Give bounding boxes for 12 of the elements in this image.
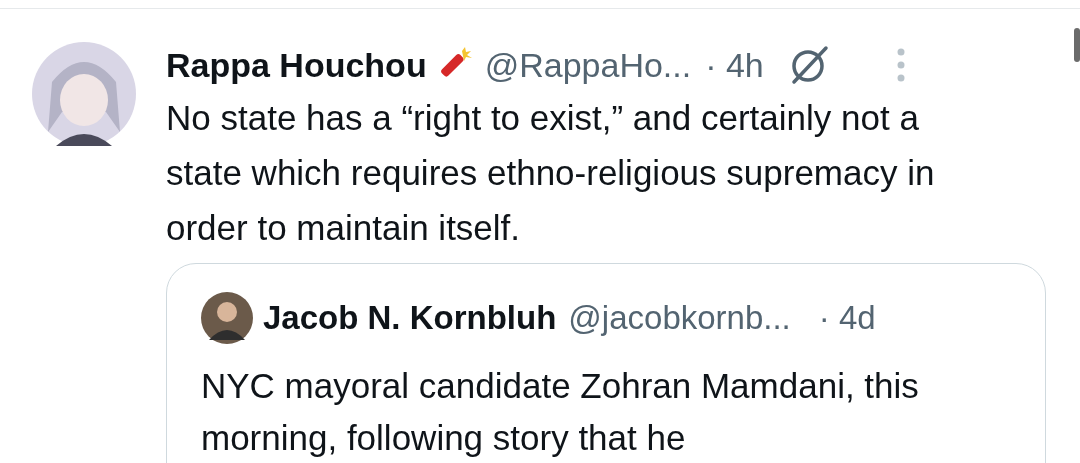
author-name[interactable]: Jacob N. Kornbluh: [263, 299, 557, 337]
post-time[interactable]: · 4d: [818, 299, 876, 337]
avatar[interactable]: [201, 292, 253, 344]
scrollbar[interactable]: [1074, 28, 1080, 62]
quoted-post-text: NYC mayoral candidate Zohran Mamdani, this morning, following story that he: [201, 365, 920, 459]
author-name[interactable]: Rappa Houchou: [166, 45, 427, 85]
avatar[interactable]: [32, 42, 136, 146]
post-text: No state has a “right to exist,” and certainly not a state which requires ethno-religious supremacy in order to maintain itself.: [166, 97, 936, 249]
post-time[interactable]: · 4h: [705, 45, 764, 85]
quoted-post[interactable]: Jacob N. Kornbluh @jacobkornb... · 4d NYC mayoral candidate Zohran Mamdani, this morning, following story that he: [166, 263, 1046, 463]
author-handle[interactable]: @jacobkornb...: [568, 299, 791, 337]
author-handle[interactable]: @RappaHo...: [484, 45, 692, 85]
